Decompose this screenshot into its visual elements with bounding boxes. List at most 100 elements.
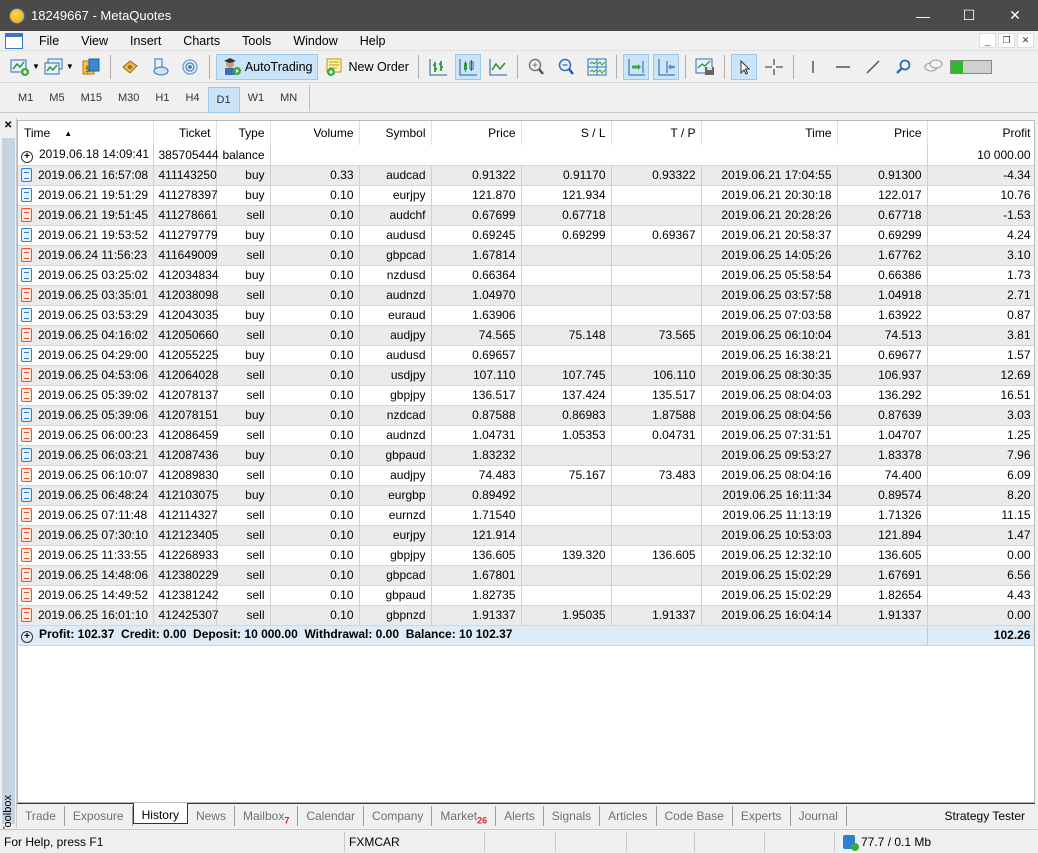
candlestick-chart-button[interactable] [454, 53, 481, 80]
table-row[interactable]: 2019.06.21 19:51:29 411278397 buy 0.10 eurjp… [18, 185, 1034, 206]
bar-chart-button[interactable] [425, 54, 451, 80]
column-header-volume[interactable]: Volume [270, 121, 360, 145]
column-header-time[interactable]: Time ▲ [18, 121, 154, 145]
timeframe-m5[interactable]: M5 [41, 85, 72, 111]
crosshair-tool-button[interactable] [761, 54, 787, 80]
column-header-price[interactable]: Price [431, 121, 522, 145]
table-row[interactable]: 2019.06.25 03:25:02 412034834 buy 0.10 nzdus… [18, 265, 1034, 286]
cursor-tool-button[interactable] [730, 53, 757, 80]
menu-charts[interactable]: Charts [173, 34, 232, 48]
chart-area-splitter[interactable] [0, 114, 1038, 118]
toolbox-handle[interactable] [2, 138, 15, 824]
trendline-button[interactable] [860, 54, 886, 80]
column-header-close-time[interactable]: Time [701, 121, 838, 145]
status-connection[interactable]: 77.7 / 0.1 Mb [835, 832, 931, 852]
timeframe-m1[interactable]: M1 [10, 85, 41, 111]
chart-shift-button[interactable] [652, 53, 679, 80]
tab-strategy-tester[interactable]: Strategy Tester [937, 806, 1035, 826]
tab-mailbox[interactable]: Mailbox7 [235, 806, 299, 826]
timeframe-mn[interactable]: MN [272, 85, 305, 111]
table-row[interactable]: 2019.06.21 19:51:45 411278661 sell 0.10 audc… [18, 205, 1034, 226]
tab-calendar[interactable]: Calendar [298, 806, 365, 826]
timeframe-h1[interactable]: H1 [147, 85, 177, 111]
tile-windows-button[interactable] [584, 54, 610, 80]
table-row[interactable]: 2019.06.25 05:39:02 412078137 sell 0.10 gbpj… [18, 385, 1034, 406]
mdi-restore-button[interactable]: ❐ [998, 33, 1015, 48]
tab-company[interactable]: Company [364, 806, 433, 826]
tab-news[interactable]: News [188, 806, 235, 826]
signals-button[interactable] [177, 54, 203, 80]
timeframe-w1[interactable]: W1 [240, 85, 273, 111]
table-row[interactable]: 2019.06.25 03:35:01 412038098 sell 0.10 audn… [18, 285, 1034, 306]
tab-articles[interactable]: Articles [600, 806, 657, 826]
zoom-in-button[interactable] [524, 54, 550, 80]
maximize-button[interactable]: ☐ [946, 0, 992, 31]
table-row[interactable]: 2019.06.25 07:30:10 412123405 sell 0.10 eurj… [18, 525, 1034, 546]
column-header-sl[interactable]: S / L [521, 121, 612, 145]
timeframe-m15[interactable]: M15 [73, 85, 110, 111]
timeframe-d1[interactable]: D1 [207, 86, 240, 113]
column-header-symbol[interactable]: Symbol [359, 121, 432, 145]
line-chart-button[interactable] [485, 54, 511, 80]
table-row[interactable]: 2019.06.25 07:11:48 412114327 sell 0.10 eurn… [18, 505, 1034, 526]
table-row[interactable]: 2019.06.25 14:48:06 412380229 sell 0.10 gbpc… [18, 565, 1034, 586]
menu-tools[interactable]: Tools [232, 34, 283, 48]
table-row[interactable]: 2019.06.25 03:53:29 412043035 buy 0.10 eurau… [18, 305, 1034, 326]
tab-market[interactable]: Market26 [432, 806, 497, 826]
data-window-button[interactable] [117, 54, 143, 80]
mdi-close-button[interactable]: ✕ [1017, 33, 1034, 48]
dropdown-arrow-icon[interactable]: ▼ [66, 62, 74, 71]
chat-button[interactable] [920, 54, 946, 80]
new-order-button[interactable]: New Order [322, 54, 411, 80]
table-row[interactable]: 2019.06.25 05:39:06 412078151 buy 0.10 nzdca… [18, 405, 1034, 426]
auto-scroll-button[interactable] [622, 53, 649, 80]
column-header-type[interactable]: Type [216, 121, 271, 145]
table-row[interactable]: 2019.06.25 06:00:23 412086459 sell 0.10 audn… [18, 425, 1034, 446]
column-header-profit[interactable]: Profit [927, 121, 1034, 145]
navigator-button[interactable] [147, 54, 173, 80]
tab-code-base[interactable]: Code Base [657, 806, 733, 826]
save-template-button[interactable] [692, 54, 718, 80]
balance-row[interactable]: +2019.06.18 14:09:41 385705444 balance 1… [18, 145, 1034, 166]
menu-help[interactable]: Help [350, 34, 398, 48]
table-row[interactable]: 2019.06.24 11:56:23 411649009 sell 0.10 gbpc… [18, 245, 1034, 266]
column-header-ticket[interactable]: Ticket [153, 121, 217, 145]
toolbox-close-icon[interactable]: ✕ [4, 120, 12, 131]
table-row[interactable]: 2019.06.25 06:10:07 412089830 sell 0.10 audj… [18, 465, 1034, 486]
summary-plus-icon[interactable]: + [21, 631, 33, 643]
vertical-line-button[interactable] [800, 54, 826, 80]
close-button[interactable]: ✕ [992, 0, 1038, 31]
tab-journal[interactable]: Journal [791, 806, 847, 826]
table-row[interactable]: 2019.06.25 04:53:06 412064028 sell 0.10 usdj… [18, 365, 1034, 386]
tab-signals[interactable]: Signals [544, 806, 601, 826]
table-row[interactable]: 2019.06.21 16:57:08 411143250 buy 0.33 audca… [18, 165, 1034, 186]
search-button[interactable] [890, 54, 916, 80]
minimize-button[interactable]: — [900, 0, 946, 31]
timeframe-h4[interactable]: H4 [177, 85, 207, 111]
autotrading-button[interactable]: AutoTrading [215, 53, 319, 80]
profiles-button[interactable]: ▼ [44, 54, 74, 80]
zoom-out-button[interactable] [554, 54, 580, 80]
mdi-minimize-button[interactable]: _ [979, 33, 996, 48]
tab-alerts[interactable]: Alerts [496, 806, 544, 826]
table-row[interactable]: 2019.06.25 14:49:52 412381242 sell 0.10 gbpa… [18, 585, 1034, 606]
chart-window-icon[interactable] [5, 32, 23, 49]
tab-experts[interactable]: Experts [733, 806, 791, 826]
menu-insert[interactable]: Insert [120, 34, 173, 48]
table-row[interactable]: 2019.06.25 06:48:24 412103075 buy 0.10 eurgb… [18, 485, 1034, 506]
table-row[interactable]: 2019.06.25 04:29:00 412055225 buy 0.10 audus… [18, 345, 1034, 366]
table-row[interactable]: 2019.06.25 11:33:55 412268933 sell 0.10 gbpj… [18, 545, 1034, 566]
menu-file[interactable]: File [29, 34, 71, 48]
tab-history[interactable]: History [132, 803, 188, 824]
tab-trade[interactable]: Trade [17, 806, 65, 826]
column-header-close-price[interactable]: Price [837, 121, 928, 145]
menu-window[interactable]: Window [283, 34, 349, 48]
column-header-tp[interactable]: T / P [611, 121, 702, 145]
tab-exposure[interactable]: Exposure [65, 806, 133, 826]
market-watch-button[interactable]: $ [78, 54, 104, 80]
table-row[interactable]: 2019.06.25 04:16:02 412050660 sell 0.10 audj… [18, 325, 1034, 346]
table-row[interactable]: 2019.06.25 16:01:10 412425307 sell 0.10 gbpn… [18, 605, 1034, 626]
table-row[interactable]: 2019.06.21 19:53:52 411279779 buy 0.10 audus… [18, 225, 1034, 246]
dropdown-arrow-icon[interactable]: ▼ [32, 62, 40, 71]
menu-view[interactable]: View [71, 34, 120, 48]
